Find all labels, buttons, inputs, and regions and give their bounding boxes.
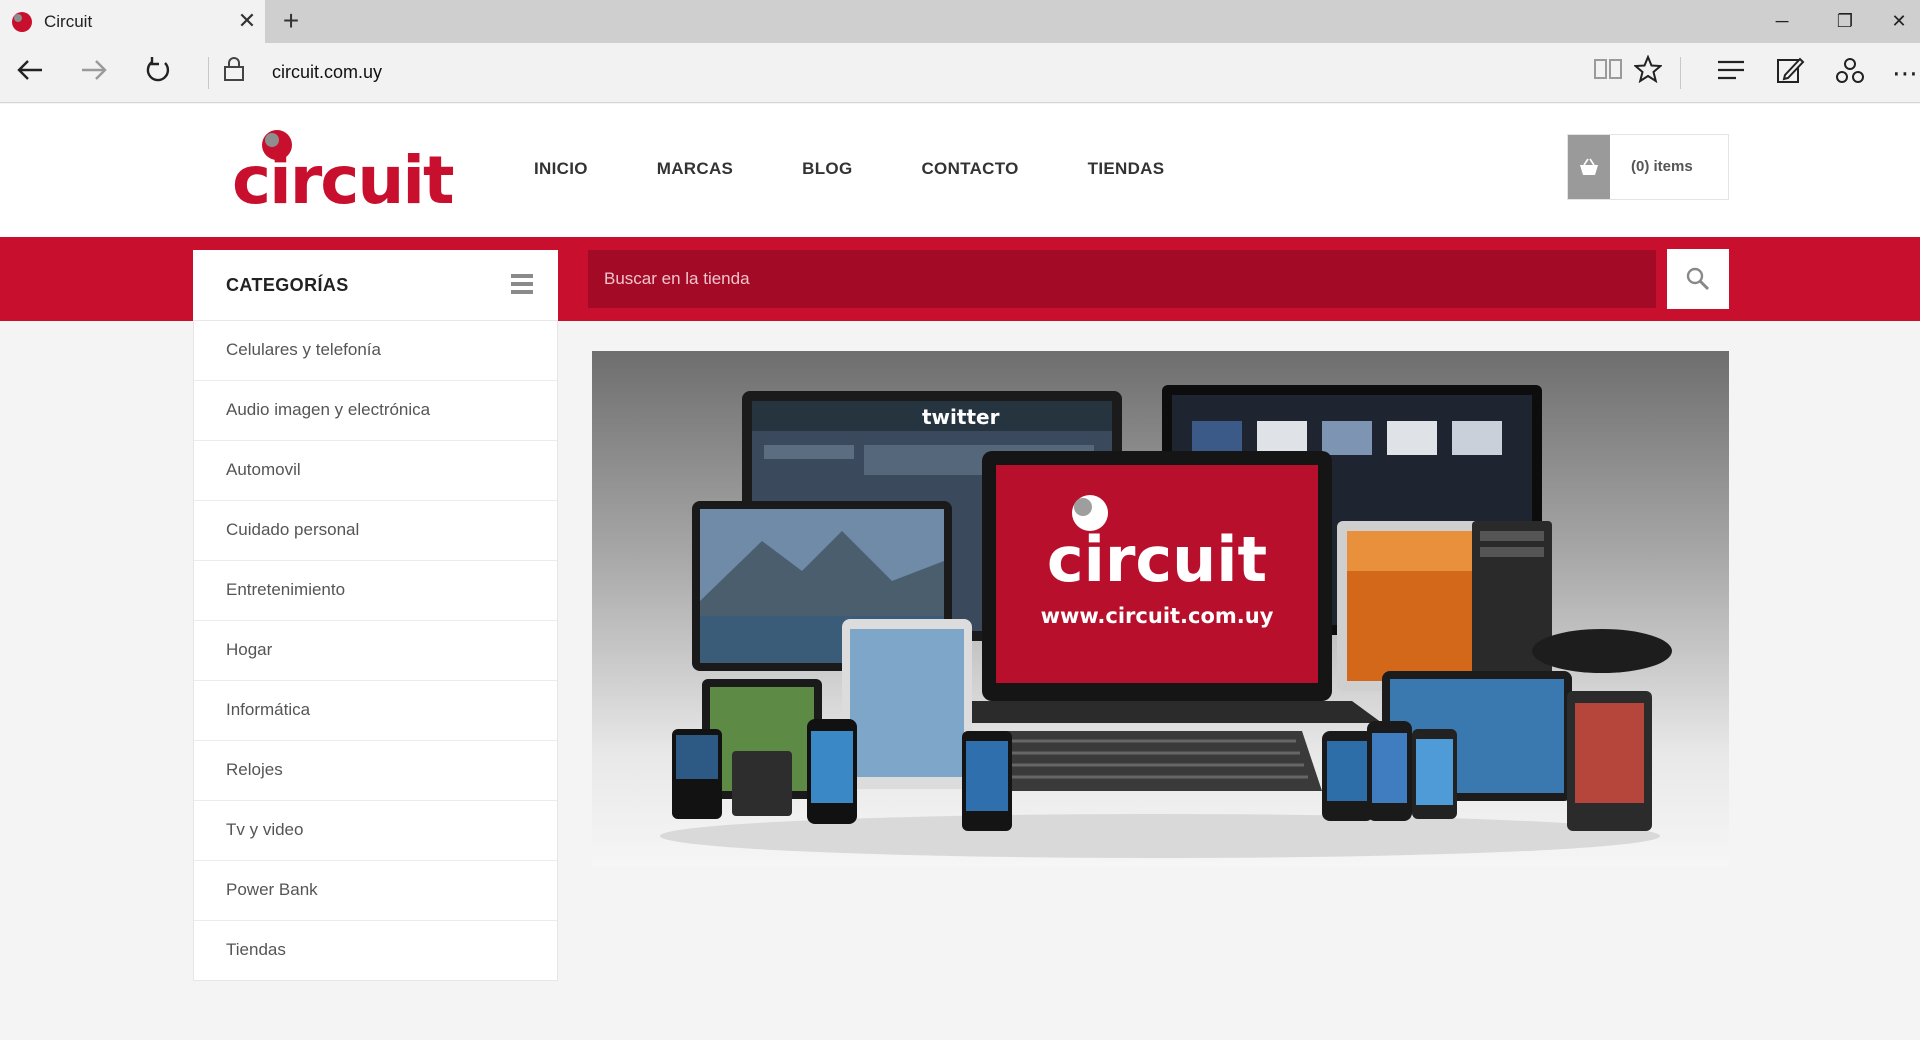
back-arrow-icon[interactable] (12, 55, 48, 91)
banner-url-text: www.circuit.com.uy (1041, 604, 1274, 628)
restore-icon[interactable]: ❐ (1815, 0, 1875, 43)
favicon-icon (12, 12, 32, 32)
site-logo[interactable]: circuit (226, 122, 455, 218)
categories-header[interactable]: CATEGORÍAS (193, 250, 558, 321)
category-item[interactable]: Power Bank (194, 861, 557, 921)
category-item[interactable]: Tiendas (194, 921, 557, 981)
url-field[interactable]: circuit.com.uy (272, 62, 382, 83)
browser-tab[interactable]: Circuit ✕ (0, 0, 265, 43)
cart-label: (0) items (1631, 158, 1693, 175)
tab-title: Circuit (44, 12, 93, 31)
banner-brand-text: circuit (1047, 523, 1267, 596)
category-item[interactable]: Celulares y telefonía (194, 321, 557, 381)
refresh-icon[interactable] (140, 55, 176, 91)
address-bar: circuit.com.uy ⋯ (0, 43, 1920, 103)
site-header: circuit INICIO MARCAS BLOG CONTACTO TIEN… (0, 104, 1920, 237)
category-item[interactable]: Cuidado personal (194, 501, 557, 561)
new-tab-icon[interactable]: + (278, 6, 304, 36)
web-note-icon[interactable] (1772, 55, 1808, 91)
share-icon[interactable] (1832, 55, 1868, 91)
category-item[interactable]: Audio imagen y electrónica (194, 381, 557, 441)
hamburger-icon[interactable] (511, 274, 533, 294)
hero-banner[interactable]: twitter circuit www.circuit.com.uy (592, 351, 1729, 867)
category-item[interactable]: Relojes (194, 741, 557, 801)
forward-arrow-icon[interactable] (76, 55, 112, 91)
main-nav: INICIO MARCAS BLOG CONTACTO TIENDAS (534, 159, 1233, 179)
nav-inicio[interactable]: INICIO (534, 159, 588, 179)
basket-icon (1568, 135, 1610, 199)
toolbar-separator (1680, 57, 1681, 89)
reading-view-icon[interactable] (1590, 55, 1626, 91)
category-item[interactable]: Entretenimiento (194, 561, 557, 621)
browser-titlebar: Circuit ✕ + ─ ❐ ✕ (0, 0, 1920, 43)
close-tab-icon[interactable]: ✕ (236, 8, 258, 34)
search-icon (1686, 267, 1710, 291)
search-input[interactable] (588, 250, 1656, 308)
search-button[interactable] (1667, 249, 1729, 309)
category-item[interactable]: Hogar (194, 621, 557, 681)
favorite-star-icon[interactable] (1630, 54, 1666, 91)
banner-devices-illustration: twitter circuit www.circuit.com.uy (660, 385, 1672, 858)
nav-tiendas[interactable]: TIENDAS (1088, 159, 1165, 179)
category-item[interactable]: Automovil (194, 441, 557, 501)
orange-laptop (1337, 521, 1487, 691)
nav-contacto[interactable]: CONTACTO (921, 159, 1018, 179)
logo-text: circuit (232, 142, 455, 219)
hub-icon[interactable] (1713, 55, 1749, 91)
categories-title: CATEGORÍAS (226, 275, 349, 295)
keyboard (962, 731, 1322, 791)
minimize-icon[interactable]: ─ (1752, 0, 1812, 43)
more-icon[interactable]: ⋯ (1890, 55, 1920, 91)
category-item[interactable]: Tv y video (194, 801, 557, 861)
cart-button[interactable]: (0) items (1567, 134, 1729, 200)
category-list: Celulares y telefonía Audio imagen y ele… (193, 321, 558, 981)
address-separator (208, 57, 209, 89)
twitter-logo-text: twitter (922, 405, 1000, 429)
nav-blog[interactable]: BLOG (802, 159, 852, 179)
laptop: circuit www.circuit.com.uy (932, 451, 1382, 723)
category-item[interactable]: Informática (194, 681, 557, 741)
lock-icon (216, 55, 252, 91)
nav-marcas[interactable]: MARCAS (657, 159, 733, 179)
close-window-icon[interactable]: ✕ (1878, 0, 1920, 43)
